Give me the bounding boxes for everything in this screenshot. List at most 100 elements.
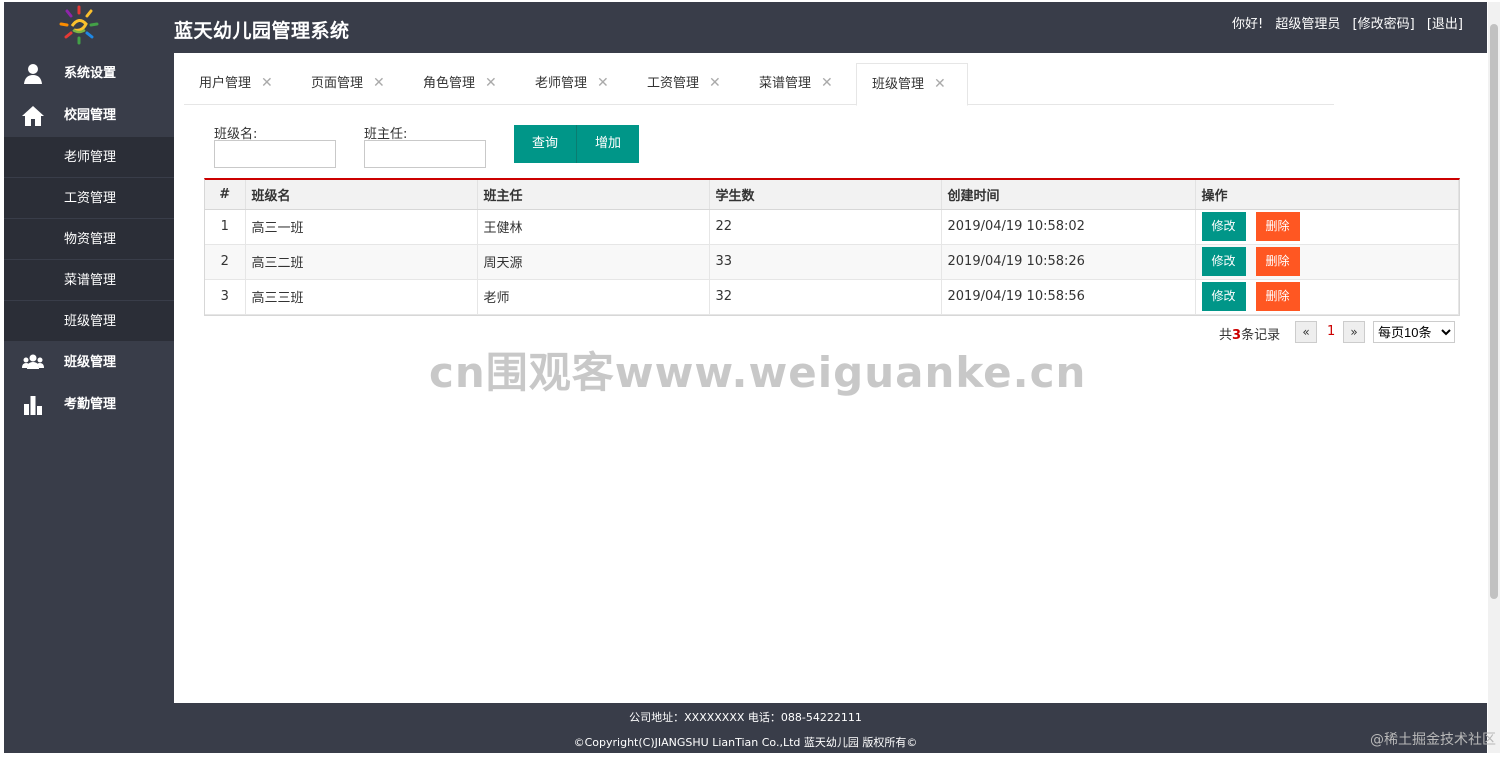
close-icon[interactable]: ✕ <box>261 75 273 91</box>
cell-head-teacher: 王健林 <box>477 209 710 245</box>
footer-address: 公司地址：XXXXXXXX 电话：088-54222111 <box>629 711 862 724</box>
submenu-item-recipes[interactable]: 菜谱管理 <box>4 260 174 301</box>
column-header: 创建时间 <box>941 180 1196 210</box>
bar-chart-icon <box>24 396 42 415</box>
close-icon[interactable]: ✕ <box>709 75 721 91</box>
submenu-item-salary[interactable]: 工资管理 <box>4 178 174 219</box>
top-header: 蓝天幼儿园管理系统 你好! 超级管理员 [修改密码] [退出] <box>4 2 1487 53</box>
close-icon[interactable]: ✕ <box>597 75 609 91</box>
corner-watermark: @稀土掘金技术社区 <box>1370 732 1496 748</box>
sidebar-item-campus[interactable]: 校园管理 <box>4 95 174 137</box>
home-icon <box>22 106 44 126</box>
tab-label: 老师管理 <box>535 76 588 91</box>
class-name-input[interactable] <box>214 140 336 168</box>
column-header: 学生数 <box>709 180 942 210</box>
close-icon[interactable]: ✕ <box>485 75 497 91</box>
page-size-select[interactable]: 每页10条 <box>1373 321 1455 343</box>
tab-label: 工资管理 <box>647 76 700 91</box>
submenu-item-teachers[interactable]: 老师管理 <box>4 137 174 178</box>
app-frame: 蓝天幼儿园管理系统 你好! 超级管理员 [修改密码] [退出] 系统设置 校园管… <box>4 2 1487 753</box>
user-area: 你好! 超级管理员 [修改密码] [退出] <box>1224 13 1463 32</box>
delete-button[interactable]: 删除 <box>1255 247 1300 276</box>
footer: 公司地址：XXXXXXXX 电话：088-54222111 ©Copyright… <box>4 703 1487 753</box>
table-header-row: # 班级名 班主任 学生数 创建时间 操作 <box>205 180 1459 210</box>
cell-student-count: 22 <box>709 209 942 245</box>
record-count-suffix: 条记录 <box>1241 328 1281 343</box>
cell-head-teacher: 老师 <box>477 279 710 315</box>
cell-index: 3 <box>205 279 246 315</box>
close-icon[interactable]: ✕ <box>821 75 833 91</box>
sidebar-item-classes[interactable]: 班级管理 <box>4 342 174 384</box>
scrollbar-thumb[interactable] <box>1490 24 1498 599</box>
tab-label: 角色管理 <box>423 76 476 91</box>
record-count-prefix: 共 <box>1219 328 1233 343</box>
cell-index: 1 <box>205 209 246 245</box>
cell-student-count: 32 <box>709 279 942 315</box>
cell-class-name: 高三二班 <box>245 244 478 280</box>
tab-recipes[interactable]: 菜谱管理 ✕ <box>744 63 833 105</box>
current-page[interactable]: 1 <box>1327 324 1335 339</box>
submenu-item-classes[interactable]: 班级管理 <box>4 301 174 342</box>
class-name-label: 班级名: <box>214 127 258 142</box>
main-content: 用户管理 ✕ 页面管理 ✕ 角色管理 ✕ 老师管理 ✕ 工资管理 ✕ 菜谱管理 ✕ 班级管理… <box>174 53 1487 703</box>
next-page-button[interactable]: » <box>1343 321 1365 343</box>
edit-button[interactable]: 修改 <box>1201 212 1246 241</box>
head-teacher-label: 班主任: <box>364 127 408 142</box>
cell-head-teacher: 周天源 <box>477 244 710 280</box>
close-icon[interactable]: ✕ <box>373 75 385 91</box>
tab-bar: 用户管理 ✕ 页面管理 ✕ 角色管理 ✕ 老师管理 ✕ 工资管理 ✕ 菜谱管理 ✕ 班级管理… <box>184 63 1334 106</box>
table-row: 2 高三二班 周天源 33 2019/04/19 10:58:26 修改 删除 <box>205 244 1459 280</box>
greeting-text: 你好! <box>1232 17 1264 32</box>
cell-class-name: 高三一班 <box>245 209 478 245</box>
footer-copyright: ©Copyright(C)JIANGSHU LianTian Co.,Ltd 蓝… <box>573 736 918 749</box>
column-header: 班主任 <box>477 180 710 210</box>
cell-class-name: 高三三班 <box>245 279 478 315</box>
delete-button[interactable]: 删除 <box>1255 212 1300 241</box>
submenu-item-materials[interactable]: 物资管理 <box>4 219 174 260</box>
tab-roles[interactable]: 角色管理 ✕ <box>408 63 497 105</box>
class-name-field: 班级名: <box>214 123 336 168</box>
sidebar-item-attendance[interactable]: 考勤管理 <box>4 384 174 426</box>
column-header: # <box>205 180 246 210</box>
cell-actions: 修改 删除 <box>1195 279 1459 315</box>
column-header: 操作 <box>1195 180 1459 210</box>
tab-users[interactable]: 用户管理 ✕ <box>184 63 273 105</box>
logout-link[interactable]: [退出] <box>1427 17 1463 32</box>
cell-index: 2 <box>205 244 246 280</box>
sidebar-item-label: 班级管理 <box>64 355 117 370</box>
tab-classes[interactable]: 班级管理 ✕ <box>856 63 968 106</box>
column-header: 班级名 <box>245 180 478 210</box>
head-teacher-input[interactable] <box>364 140 486 168</box>
edit-button[interactable]: 修改 <box>1201 282 1246 311</box>
page-scrollbar[interactable] <box>1488 2 1500 753</box>
cell-created-time: 2019/04/19 10:58:26 <box>941 244 1196 280</box>
close-icon[interactable]: ✕ <box>934 76 946 92</box>
tab-label: 菜谱管理 <box>759 76 812 91</box>
tab-teachers[interactable]: 老师管理 ✕ <box>520 63 609 105</box>
sidebar-item-system-settings[interactable]: 系统设置 <box>4 53 174 95</box>
table-row: 3 高三三班 老师 32 2019/04/19 10:58:56 修改 删除 <box>205 279 1459 315</box>
head-teacher-field: 班主任: <box>364 123 486 168</box>
user-icon <box>24 64 42 84</box>
cell-actions: 修改 删除 <box>1195 244 1459 280</box>
add-button[interactable]: 增加 <box>576 125 640 163</box>
prev-page-button[interactable]: « <box>1295 321 1317 343</box>
table-row: 1 高三一班 王健林 22 2019/04/19 10:58:02 修改 删除 <box>205 209 1459 245</box>
cell-created-time: 2019/04/19 10:58:02 <box>941 209 1196 245</box>
app-title: 蓝天幼儿园管理系统 <box>174 20 350 42</box>
search-button-group: 查询 增加 <box>514 125 640 163</box>
tab-pages[interactable]: 页面管理 ✕ <box>296 63 385 105</box>
sun-logo-icon <box>59 5 99 45</box>
change-password-link[interactable]: [修改密码] <box>1353 17 1415 32</box>
sidebar-item-label: 考勤管理 <box>64 397 117 412</box>
sidebar-item-label: 校园管理 <box>64 108 117 123</box>
class-table: # 班级名 班主任 学生数 创建时间 操作 1 高三一班 王健林 22 2019 <box>204 178 1460 316</box>
query-button[interactable]: 查询 <box>514 125 577 163</box>
tab-label: 用户管理 <box>199 76 252 91</box>
edit-button[interactable]: 修改 <box>1201 247 1246 276</box>
delete-button[interactable]: 删除 <box>1255 282 1300 311</box>
cell-actions: 修改 删除 <box>1195 209 1459 245</box>
record-count: 共3条记录 <box>1219 324 1280 343</box>
campus-submenu: 老师管理 工资管理 物资管理 菜谱管理 班级管理 <box>4 137 174 342</box>
tab-salary[interactable]: 工资管理 ✕ <box>632 63 721 105</box>
